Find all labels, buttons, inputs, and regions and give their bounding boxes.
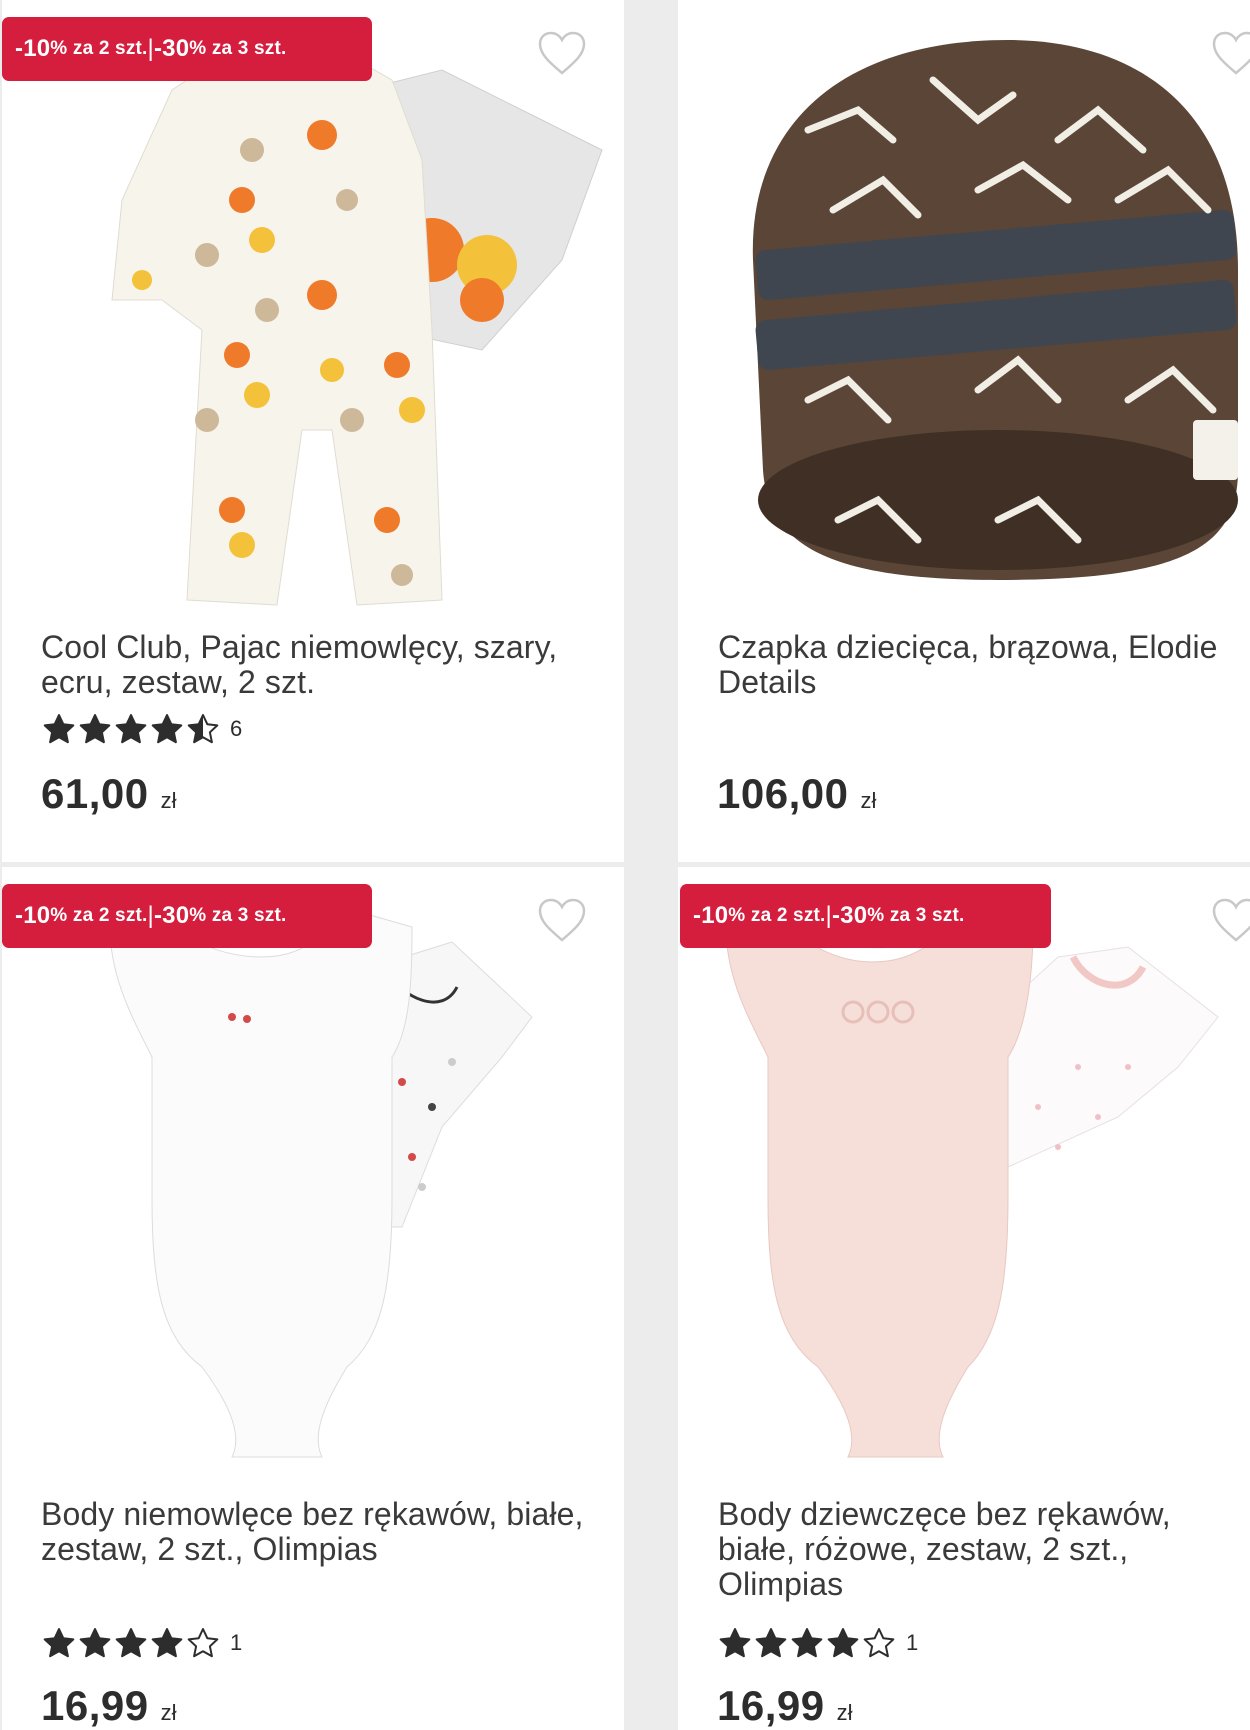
promo-badge: -10% za 2 szt. | -30% za 3 szt. xyxy=(2,884,372,948)
product-grid: -10% za 2 szt. | -30% za 3 szt. Cool Clu… xyxy=(0,0,1250,1730)
heart-icon[interactable] xyxy=(1211,30,1250,76)
heart-icon[interactable] xyxy=(1211,897,1250,943)
product-image-bodysuit-white[interactable] xyxy=(2,867,624,1487)
product-title[interactable]: Body niemowlęce bez rękawów, białe, zest… xyxy=(41,1497,601,1567)
stars xyxy=(42,1627,222,1659)
star-rating: 1 xyxy=(718,1627,918,1659)
promo-discount-1: -10 xyxy=(693,902,729,929)
star-empty-icon xyxy=(187,1628,219,1658)
star-full-icon xyxy=(151,1628,183,1658)
heart-icon[interactable] xyxy=(537,30,587,76)
product-card[interactable]: Czapka dziecięca, brązowa, Elodie Detail… xyxy=(678,0,1250,862)
star-full-icon xyxy=(719,1628,751,1658)
price: 106,00 zł xyxy=(717,770,876,818)
price-currency: zł xyxy=(836,1700,853,1725)
promo-text-2: % za 3 szt. xyxy=(189,38,287,59)
promo-discount-1: -10 xyxy=(15,902,51,929)
price-currency: zł xyxy=(860,788,877,813)
star-half-icon xyxy=(187,714,219,744)
star-full-icon xyxy=(791,1628,823,1658)
price-amount: 106,00 xyxy=(717,770,849,817)
promo-text-1: % za 2 szt. xyxy=(728,905,826,926)
product-card[interactable]: -10% za 2 szt. | -30% za 3 szt. Body nie… xyxy=(2,867,624,1730)
stars xyxy=(718,1627,898,1659)
price: 16,99 zł xyxy=(41,1682,177,1730)
promo-text-2: % za 3 szt. xyxy=(867,905,965,926)
star-full-icon xyxy=(755,1628,787,1658)
price-currency: zł xyxy=(160,788,177,813)
price-currency: zł xyxy=(160,1700,177,1725)
star-empty-icon xyxy=(863,1628,895,1658)
star-rating: 6 xyxy=(42,713,242,745)
promo-discount-2: -30 xyxy=(831,902,868,929)
product-title[interactable]: Cool Club, Pajac niemowlęcy, szary, ecru… xyxy=(41,630,601,700)
star-full-icon xyxy=(79,1628,111,1658)
promo-text-1: % za 2 szt. xyxy=(50,38,148,59)
stars xyxy=(42,713,222,745)
star-full-icon xyxy=(43,1628,75,1658)
heart-icon[interactable] xyxy=(537,897,587,943)
star-full-icon xyxy=(43,714,75,744)
product-title[interactable]: Body dziewczęce bez rękawów, białe, różo… xyxy=(718,1497,1248,1602)
star-rating: 1 xyxy=(42,1627,242,1659)
product-card[interactable]: -10% za 2 szt. | -30% za 3 szt. Body dzi… xyxy=(678,867,1250,1730)
promo-text-2: % za 3 szt. xyxy=(189,905,287,926)
price-amount: 16,99 xyxy=(41,1682,149,1729)
rating-count: 6 xyxy=(230,716,243,741)
promo-discount-1: -10 xyxy=(15,35,51,62)
promo-badge: -10% za 2 szt. | -30% za 3 szt. xyxy=(2,17,372,81)
product-image-beanie[interactable] xyxy=(678,0,1250,620)
promo-text-1: % za 2 szt. xyxy=(50,905,148,926)
rating-count: 1 xyxy=(230,1630,243,1655)
product-image-onesie-set[interactable] xyxy=(2,0,624,620)
rating-count: 1 xyxy=(906,1630,919,1655)
price: 16,99 zł xyxy=(717,1682,853,1730)
star-full-icon xyxy=(827,1628,859,1658)
promo-badge: -10% za 2 szt. | -30% za 3 szt. xyxy=(680,884,1051,948)
star-full-icon xyxy=(151,714,183,744)
product-image-bodysuit-pink[interactable] xyxy=(678,867,1250,1487)
price-amount: 61,00 xyxy=(41,770,149,817)
star-full-icon xyxy=(115,714,147,744)
star-full-icon xyxy=(79,714,111,744)
promo-discount-2: -30 xyxy=(153,35,190,62)
product-title[interactable]: Czapka dziecięca, brązowa, Elodie Detail… xyxy=(718,630,1248,700)
price-amount: 16,99 xyxy=(717,1682,825,1729)
promo-discount-2: -30 xyxy=(153,902,190,929)
product-card[interactable]: -10% za 2 szt. | -30% za 3 szt. Cool Clu… xyxy=(2,0,624,862)
price: 61,00 zł xyxy=(41,770,177,818)
star-full-icon xyxy=(115,1628,147,1658)
